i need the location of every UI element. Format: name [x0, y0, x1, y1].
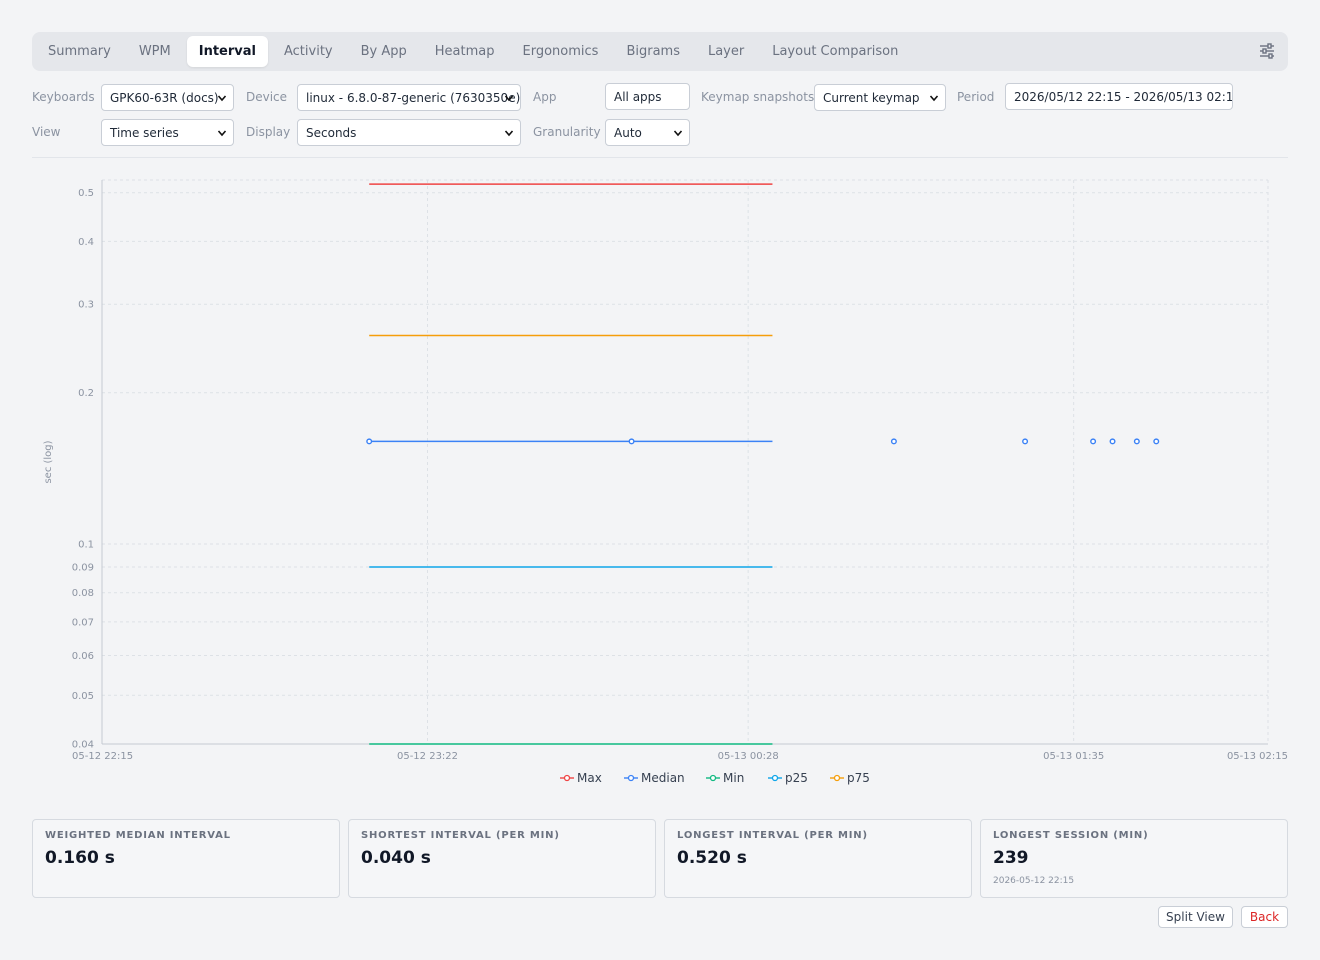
split-view-button[interactable]: Split View	[1158, 906, 1233, 928]
y-tick-label: 0.07	[72, 617, 94, 628]
stat-label: LONGEST SESSION (MIN)	[993, 830, 1149, 841]
keyboards-value: GPK60-63R (docs)	[110, 90, 219, 105]
period-picker[interactable]: 2026/05/12 22:15 - 2026/05/13 02:15 ▾	[1005, 83, 1233, 110]
tab-activity[interactable]: Activity	[272, 36, 345, 67]
filter-divider	[32, 157, 1288, 158]
chevron-down-icon	[217, 95, 227, 102]
tab-by-app[interactable]: By App	[349, 36, 419, 67]
y-tick-label: 0.08	[72, 588, 94, 599]
stat-card-shortest-interval: SHORTEST INTERVAL (PER MIN) 0.040 s	[348, 819, 656, 898]
view-value: Time series	[110, 125, 179, 140]
tab-layout-comparison[interactable]: Layout Comparison	[760, 36, 910, 67]
x-tick-label: 05-12 23:22	[397, 751, 458, 762]
legend-marker-min	[709, 774, 717, 782]
data-point-median	[1109, 438, 1116, 445]
app-value: All apps	[614, 89, 662, 104]
period-value: 2026/05/12 22:15 - 2026/05/13 02:15 ▾	[1014, 89, 1233, 104]
y-tick-label: 0.09	[72, 563, 94, 574]
granularity-select[interactable]: Auto	[605, 119, 690, 146]
data-point-median	[1133, 438, 1140, 445]
chevron-down-icon	[929, 95, 939, 102]
legend-label-max: Max	[577, 771, 602, 785]
tab-bar: Summary WPM Interval Activity By App Hea…	[32, 32, 1288, 71]
y-tick-label: 0.06	[72, 651, 94, 662]
stat-card-weighted-median: WEIGHTED MEDIAN INTERVAL 0.160 s	[32, 819, 340, 898]
y-tick-label: 0.3	[78, 300, 94, 311]
stat-value: 239	[993, 848, 1029, 868]
legend-label-p75: p75	[847, 771, 870, 785]
keymap-snapshots-label: Keymap snapshots	[701, 90, 815, 104]
y-axis-label: sec (log)	[43, 440, 54, 483]
display-label: Display	[246, 125, 291, 139]
tab-wpm[interactable]: WPM	[127, 36, 183, 67]
legend-marker-max	[563, 774, 571, 782]
app-label: App	[533, 90, 557, 104]
y-tick-label: 0.04	[72, 740, 94, 751]
y-tick-label: 0.05	[72, 691, 94, 702]
tab-heatmap[interactable]: Heatmap	[423, 36, 507, 67]
keyboards-select[interactable]: GPK60-63R (docs)	[101, 84, 234, 111]
display-value: Seconds	[306, 125, 357, 140]
device-label: Device	[246, 90, 288, 104]
stat-value: 0.160 s	[45, 848, 115, 868]
x-tick-label: 05-12 22:15	[72, 751, 133, 762]
keymap-snapshots-select[interactable]: Current keymap	[814, 84, 946, 111]
tab-summary[interactable]: Summary	[36, 36, 123, 67]
tab-interval[interactable]: Interval	[186, 36, 268, 67]
view-select[interactable]: Time series	[101, 119, 234, 146]
x-tick-label: 05-13 01:35	[1043, 751, 1104, 762]
chevron-down-icon	[504, 130, 514, 137]
stat-card-longest-interval: LONGEST INTERVAL (PER MIN) 0.520 s	[664, 819, 972, 898]
legend-label-min: Min	[723, 771, 744, 785]
stat-value: 0.040 s	[361, 848, 431, 868]
stat-label: WEIGHTED MEDIAN INTERVAL	[45, 830, 231, 841]
stat-value: 0.520 s	[677, 848, 747, 868]
period-label: Period	[957, 90, 995, 104]
chevron-down-icon	[673, 130, 683, 137]
device-select[interactable]: linux - 6.8.0-87-generic (7630350e)	[297, 84, 521, 111]
y-tick-label: 0.4	[78, 237, 94, 248]
data-point-median	[1153, 438, 1160, 445]
data-point-median	[628, 438, 635, 445]
stat-card-longest-session: LONGEST SESSION (MIN) 239 2026-05-12 22:…	[980, 819, 1288, 898]
stat-label: SHORTEST INTERVAL (PER MIN)	[361, 830, 560, 841]
tab-layer[interactable]: Layer	[696, 36, 756, 67]
x-tick-label: 05-13 02:15	[1227, 751, 1288, 762]
y-tick-label: 0.5	[78, 188, 94, 199]
data-point-median	[890, 438, 897, 445]
view-label: View	[32, 125, 61, 139]
keymap-snapshots-value: Current keymap	[823, 90, 920, 105]
x-tick-label: 05-13 00:28	[718, 751, 779, 762]
data-point-median	[366, 438, 373, 445]
legend-marker-median	[627, 774, 635, 782]
tab-ergonomics[interactable]: Ergonomics	[511, 36, 611, 67]
legend-label-median: Median	[641, 771, 685, 785]
granularity-value: Auto	[614, 125, 642, 140]
app-filter-button[interactable]: All apps	[605, 83, 690, 110]
chevron-down-icon	[504, 95, 514, 102]
legend-label-p25: p25	[785, 771, 808, 785]
device-value: linux - 6.8.0-87-generic (7630350e)	[306, 90, 521, 105]
sliders-icon[interactable]	[1258, 42, 1276, 60]
interval-chart: 0.04 0.05 0.06 0.07 0.08 0.09 0.1 0.2 0.3 0.4 0.5 0…	[43, 179, 1288, 785]
stat-sub: 2026-05-12 22:15	[993, 876, 1075, 886]
legend-marker-p25	[771, 774, 779, 782]
chevron-down-icon	[217, 130, 227, 137]
legend-marker-p75	[833, 774, 841, 782]
back-button[interactable]: Back	[1241, 906, 1288, 928]
y-tick-label: 0.1	[78, 540, 94, 551]
y-tick-label: 0.2	[78, 388, 94, 399]
granularity-label: Granularity	[533, 125, 601, 139]
data-point-median	[1090, 438, 1097, 445]
tab-bigrams[interactable]: Bigrams	[614, 36, 692, 67]
stat-label: LONGEST INTERVAL (PER MIN)	[677, 830, 868, 841]
display-select[interactable]: Seconds	[297, 119, 521, 146]
keyboards-label: Keyboards	[32, 90, 95, 104]
data-point-median	[1022, 438, 1029, 445]
